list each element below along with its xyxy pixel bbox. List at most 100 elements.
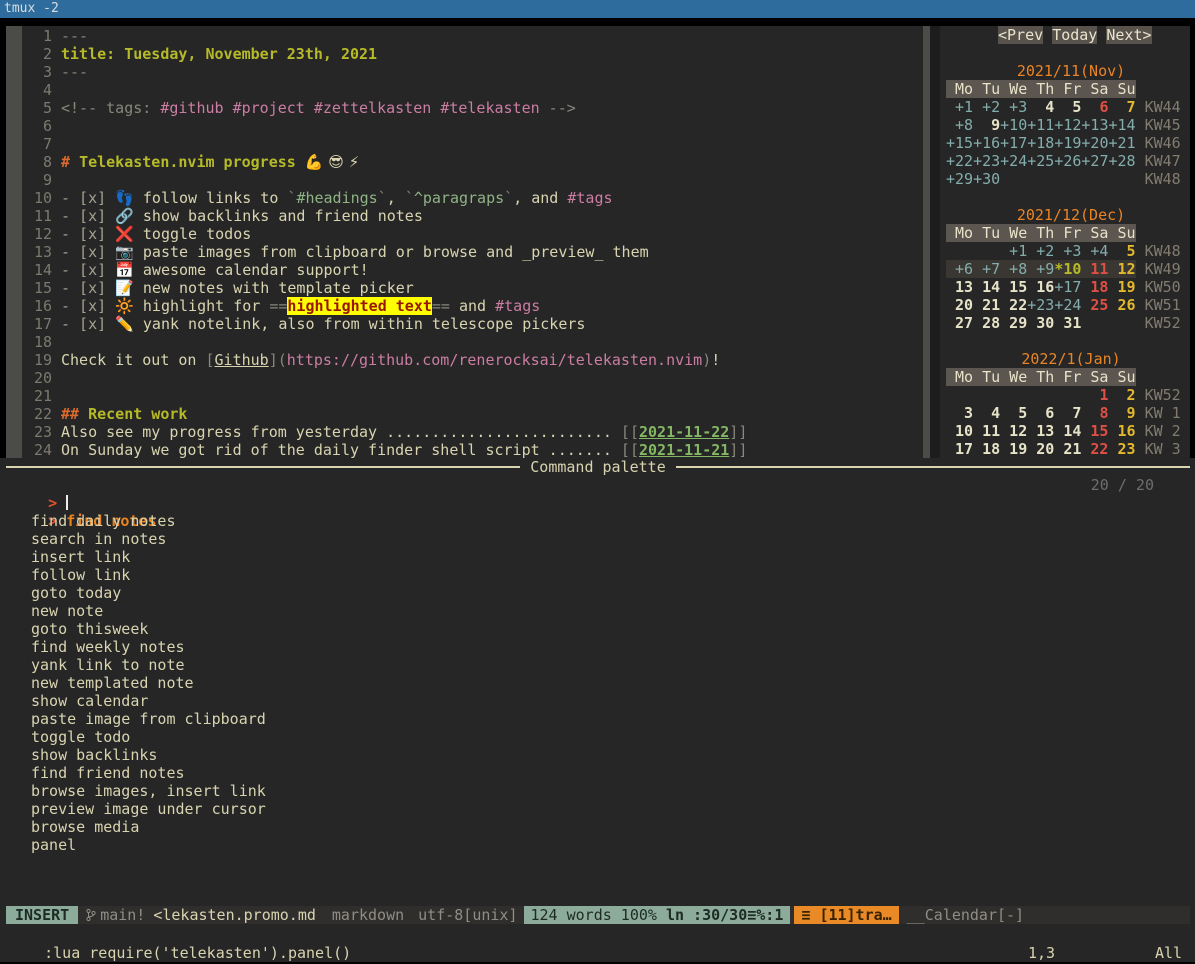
day-cell[interactable]: +17 xyxy=(1000,134,1027,152)
day-cell[interactable]: 12 xyxy=(1000,422,1027,440)
day-cell[interactable]: 13 xyxy=(946,278,973,296)
day-cell[interactable]: 30 xyxy=(1027,314,1054,332)
day-cell[interactable]: 22 xyxy=(1000,296,1027,314)
day-cell[interactable]: 5 xyxy=(1054,98,1081,116)
day-cell[interactable]: +29 xyxy=(946,170,973,188)
day-cell[interactable]: +11 xyxy=(1027,116,1054,134)
editor-line[interactable]: 11- [x] 🔗 show backlinks and friend note… xyxy=(22,207,920,225)
palette-item[interactable]: find friend notes xyxy=(6,764,1006,782)
note-link[interactable]: Github xyxy=(215,351,269,369)
day-cell[interactable]: 18 xyxy=(1081,278,1108,296)
day-cell[interactable]: +4 xyxy=(1081,242,1108,260)
day-cell[interactable]: +24 xyxy=(1000,152,1027,170)
day-cell[interactable]: 31 xyxy=(1054,314,1081,332)
editor-line[interactable]: 6 xyxy=(22,117,920,135)
left-scrollbar[interactable] xyxy=(6,26,22,458)
day-cell[interactable]: +1 xyxy=(1000,242,1027,260)
palette-item[interactable]: show backlinks xyxy=(6,746,1006,764)
day-cell[interactable]: +23 xyxy=(973,152,1000,170)
editor-line[interactable]: 16- [x] 🔆 highlight for ==highlighted te… xyxy=(22,297,920,315)
day-cell[interactable]: 25 xyxy=(1081,296,1108,314)
day-cell[interactable]: 4 xyxy=(1027,98,1054,116)
day-cell[interactable]: 6 xyxy=(1027,404,1054,422)
day-cell[interactable]: +2 xyxy=(973,98,1000,116)
editor-line[interactable]: 12- [x] ❌ toggle todos xyxy=(22,225,920,243)
day-cell[interactable]: 20 xyxy=(946,296,973,314)
editor-line[interactable]: 18 xyxy=(22,333,920,351)
palette-item[interactable]: paste image from clipboard xyxy=(6,710,1006,728)
palette-item[interactable]: browse media xyxy=(6,818,1006,836)
day-cell[interactable]: +27 xyxy=(1081,152,1108,170)
day-cell[interactable]: 8 xyxy=(1081,404,1108,422)
day-cell[interactable]: *10 xyxy=(1054,260,1081,278)
day-cell[interactable]: 21 xyxy=(973,296,1000,314)
day-cell[interactable]: +3 xyxy=(1054,242,1081,260)
day-cell[interactable]: 4 xyxy=(973,404,1000,422)
day-cell[interactable]: 2 xyxy=(1108,386,1135,404)
day-cell[interactable]: 11 xyxy=(1081,260,1108,278)
day-cell[interactable]: 5 xyxy=(1000,404,1027,422)
editor-line[interactable]: 20 xyxy=(22,369,920,387)
day-cell[interactable]: 7 xyxy=(1054,404,1081,422)
day-cell[interactable]: +15 xyxy=(946,134,973,152)
palette-item[interactable]: new templated note xyxy=(6,674,1006,692)
palette-item[interactable]: insert link xyxy=(6,548,1006,566)
calendar-next-button[interactable]: Next> xyxy=(1106,26,1151,44)
palette-item[interactable]: panel xyxy=(6,836,1006,854)
day-cell[interactable]: 15 xyxy=(1000,278,1027,296)
day-cell[interactable]: 14 xyxy=(973,278,1000,296)
day-cell[interactable]: 3 xyxy=(946,404,973,422)
day-cell[interactable]: +8 xyxy=(1000,260,1027,278)
day-cell[interactable]: 26 xyxy=(1108,296,1135,314)
day-cell[interactable]: 22 xyxy=(1081,440,1108,458)
day-cell[interactable]: 29 xyxy=(1000,314,1027,332)
day-cell[interactable]: +14 xyxy=(1108,116,1135,134)
day-cell[interactable]: 9 xyxy=(1108,404,1135,422)
palette-item[interactable]: preview image under cursor xyxy=(6,800,1006,818)
day-cell[interactable]: +21 xyxy=(1108,134,1135,152)
palette-item[interactable]: find daily notes xyxy=(6,512,1006,530)
day-cell[interactable]: 12 xyxy=(1108,260,1135,278)
command-line[interactable]: :lua require('telekasten').panel() xyxy=(6,926,351,944)
day-cell[interactable]: 20 xyxy=(1027,440,1054,458)
palette-item[interactable]: show calendar xyxy=(6,692,1006,710)
day-cell[interactable]: 13 xyxy=(1027,422,1054,440)
palette-item[interactable]: follow link xyxy=(6,566,1006,584)
palette-prompt-row[interactable]: > 20 / 20 xyxy=(6,476,1190,494)
day-cell[interactable]: 7 xyxy=(1108,98,1135,116)
editor-line[interactable]: 10- [x] 👣 follow links to `#headings`, `… xyxy=(22,189,920,207)
day-cell[interactable]: +10 xyxy=(1000,116,1027,134)
day-cell[interactable]: 19 xyxy=(1108,278,1135,296)
note-link[interactable]: 2021-11-22 xyxy=(639,423,729,441)
editor-line[interactable]: 22## Recent work xyxy=(22,405,920,423)
palette-item[interactable]: goto today xyxy=(6,584,1006,602)
day-cell[interactable]: 21 xyxy=(1054,440,1081,458)
day-cell[interactable]: 15 xyxy=(1081,422,1108,440)
editor-line[interactable]: 14- [x] 📅 awesome calendar support! xyxy=(22,261,920,279)
calendar-today-button[interactable]: Today xyxy=(1052,26,1097,44)
day-cell[interactable]: 18 xyxy=(973,440,1000,458)
day-cell[interactable]: 27 xyxy=(946,314,973,332)
day-cell[interactable]: +9 xyxy=(1027,260,1054,278)
day-cell[interactable]: 16 xyxy=(1027,278,1054,296)
calendar-prev-button[interactable]: <Prev xyxy=(998,26,1043,44)
day-cell[interactable]: +18 xyxy=(1027,134,1054,152)
day-cell[interactable]: 11 xyxy=(973,422,1000,440)
palette-item[interactable]: goto thisweek xyxy=(6,620,1006,638)
editor-line[interactable]: 5<!-- tags: #github #project #zettelkast… xyxy=(22,99,920,117)
day-cell[interactable]: +12 xyxy=(1054,116,1081,134)
day-cell[interactable]: 19 xyxy=(1000,440,1027,458)
palette-item[interactable]: toggle todo xyxy=(6,728,1006,746)
day-cell[interactable]: +22 xyxy=(946,152,973,170)
editor-line[interactable]: 15- [x] 📝 new notes with template picker xyxy=(22,279,920,297)
day-cell[interactable]: +30 xyxy=(973,170,1000,188)
day-cell[interactable]: 1 xyxy=(1081,386,1108,404)
editor-line[interactable]: 9 xyxy=(22,171,920,189)
day-cell[interactable]: +3 xyxy=(1000,98,1027,116)
editor-line[interactable]: 3--- xyxy=(22,63,920,81)
day-cell[interactable]: +19 xyxy=(1054,134,1081,152)
day-cell[interactable]: 10 xyxy=(946,422,973,440)
palette-item[interactable]: yank link to note xyxy=(6,656,1006,674)
day-cell[interactable]: +26 xyxy=(1054,152,1081,170)
day-cell[interactable]: 23 xyxy=(1108,440,1135,458)
